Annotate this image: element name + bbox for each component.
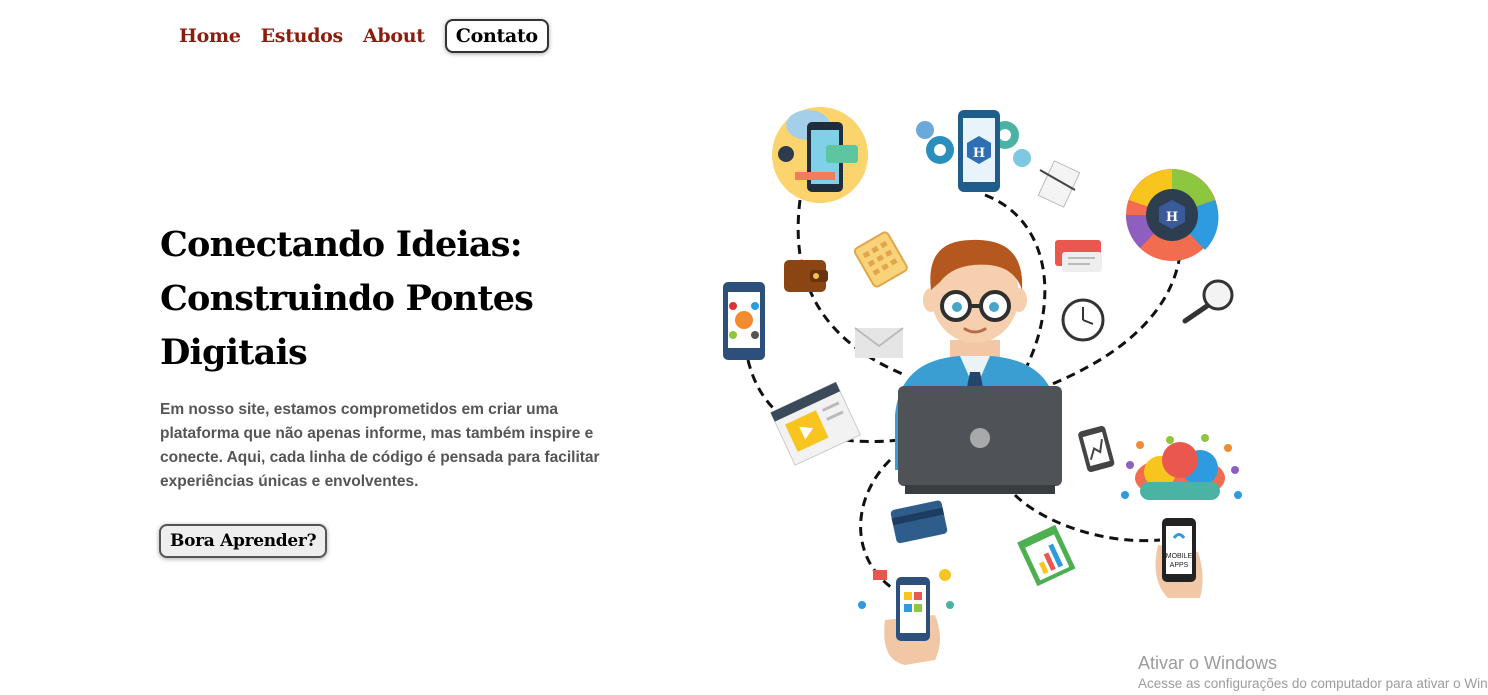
learn-button[interactable]: Bora Aprender?: [159, 524, 328, 558]
developer-illustration: H H MOBILE APPS: [723, 107, 1242, 665]
clock-icon: [1061, 298, 1105, 342]
mobile-apps-label-2: APPS: [1170, 562, 1189, 569]
contact-button[interactable]: Contato: [444, 18, 549, 53]
hybrid-platform-icon: H: [1126, 169, 1219, 261]
search-icon: [1182, 279, 1234, 324]
mail-icon: [854, 327, 904, 358]
analytics-phone-icon: [1078, 425, 1115, 472]
watermark-subtitle: Acesse as configurações do computador pa…: [1138, 676, 1488, 691]
wallet-icon: [784, 260, 828, 292]
hero-title: Conectando Ideias: Construindo Pontes Di…: [160, 224, 534, 373]
chat-bubble-icon: [1055, 240, 1102, 272]
gear-phone-icon: H: [916, 110, 1031, 192]
mobile-apps-label-1: MOBILE: [1166, 553, 1193, 560]
mobile-ui-icon: [772, 107, 868, 203]
watermark-title: Ativar o Windows: [1138, 653, 1278, 673]
media-window-icon: [769, 381, 862, 466]
laptop-icon: [898, 386, 1062, 494]
hybrid-letter: H: [1166, 210, 1178, 225]
cross-platform-phone-icon: [723, 282, 765, 360]
notebook-icon: [1037, 160, 1081, 208]
app-cloud-icon: [1121, 434, 1242, 500]
media-phone-icon: [858, 569, 954, 665]
hero-description: Em nosso site, estamos comprometidos em …: [160, 401, 600, 490]
nav-link-about[interactable]: About: [363, 25, 425, 47]
top-nav: Home Estudos About Contato: [179, 17, 549, 54]
nav-link-estudos[interactable]: Estudos: [261, 25, 344, 47]
nav-link-home[interactable]: Home: [179, 25, 241, 47]
calculator-icon: [853, 231, 908, 288]
windows-activation-watermark: Ativar o Windows Acesse as configurações…: [1138, 653, 1488, 691]
hybrid-letter: H: [973, 146, 985, 161]
report-clipboard-icon: [1017, 524, 1076, 587]
credit-card-icon: [890, 500, 948, 544]
mobile-apps-phone-icon: MOBILE APPS: [1155, 518, 1203, 598]
